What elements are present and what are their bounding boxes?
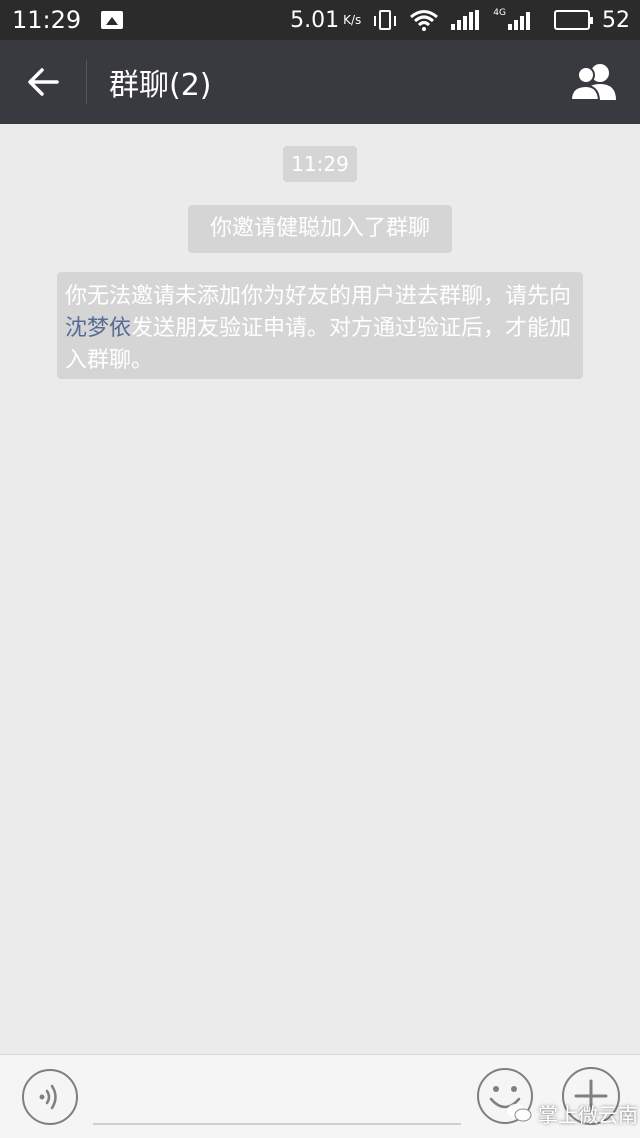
wechat-logo-icon — [507, 1104, 532, 1122]
nav-divider — [86, 60, 87, 104]
image-notification-icon — [101, 11, 124, 29]
chat-area[interactable]: 11:29 你邀请健聪加入了群聊 你无法邀请未添加你为好友的用户进去群聊，请先向… — [0, 124, 640, 1054]
signal-icon-secondary — [508, 10, 532, 30]
system-message: 你邀请健聪加入了群聊 — [188, 205, 452, 253]
net-speed: 5.01 — [290, 7, 340, 33]
message-input[interactable] — [93, 1075, 461, 1125]
network-type: 4G — [493, 7, 506, 18]
battery-icon — [554, 10, 593, 30]
arrow-left-icon — [28, 68, 59, 96]
status-time: 11:29 — [12, 6, 82, 34]
system-message-text: 你无法邀请未添加你为好友的用户进去群聊，请先向 — [65, 284, 572, 309]
voice-icon — [39, 1084, 57, 1110]
message-timestamp: 11:29 — [283, 146, 357, 182]
wifi-icon — [410, 10, 439, 31]
group-info-button[interactable] — [550, 40, 640, 124]
contact-name-link[interactable]: 沈梦依 — [65, 316, 131, 341]
system-message: 你无法邀请未添加你为好友的用户进去群聊，请先向沈梦依发送朋友验证申请。对方通过验… — [57, 272, 583, 379]
watermark-text: 掌上微云南 — [538, 1102, 638, 1127]
vibrate-icon — [374, 10, 397, 30]
watermark: 掌上微云南 — [506, 1098, 638, 1128]
voice-button[interactable] — [22, 1069, 78, 1125]
page-title: 群聊(2) — [109, 68, 212, 103]
group-members-icon — [570, 64, 616, 101]
status-right: 5.01 K/s 4G 52 — [290, 8, 640, 33]
back-button[interactable] — [0, 40, 86, 124]
system-message-text: 发送朋友验证申请。对方通过验证后，才能加入群聊。 — [65, 316, 572, 373]
status-bar: 11:29 5.01 K/s 4G 52 — [0, 0, 640, 40]
status-left: 11:29 — [0, 6, 124, 34]
nav-bar: 群聊(2) — [0, 40, 640, 124]
net-speed-unit: K/s — [343, 13, 362, 27]
signal-icon — [451, 10, 481, 30]
battery-percent: 52 — [602, 7, 630, 33]
